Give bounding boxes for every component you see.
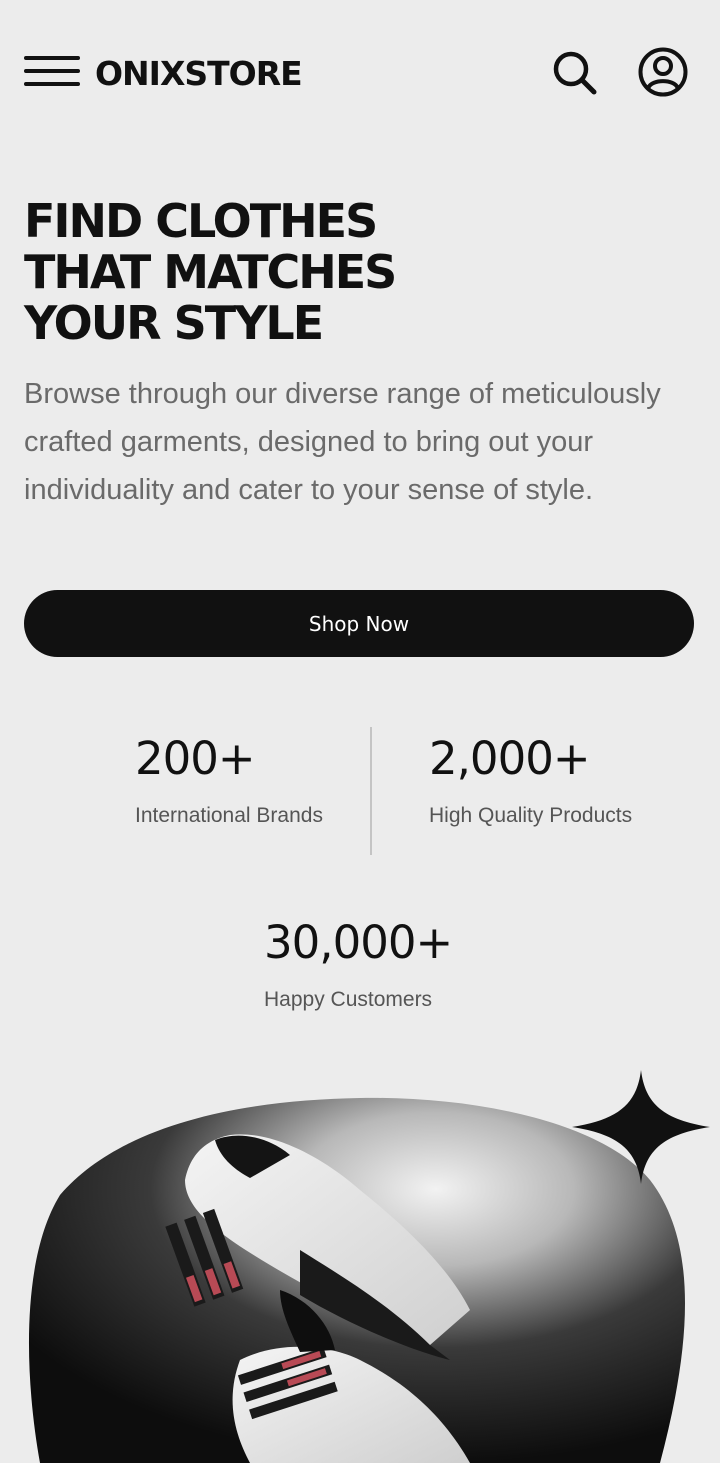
stat-value: 30,000+ bbox=[264, 916, 453, 969]
sparkle-star-icon bbox=[572, 1070, 710, 1184]
stat-value: 2,000+ bbox=[429, 732, 591, 785]
shop-now-button[interactable]: Shop Now bbox=[24, 590, 694, 657]
stat-value: 200+ bbox=[135, 732, 256, 785]
landing-page: ONIXSTORE FIND CLOTHES THAT MATCHES YOUR… bbox=[0, 0, 720, 1463]
hero-description: Browse through our diverse range of meti… bbox=[24, 378, 661, 506]
stat-label: International Brands bbox=[135, 804, 323, 827]
hero-heading-line: THAT MATCHES bbox=[24, 245, 397, 299]
stat-label: High Quality Products bbox=[429, 804, 633, 827]
hero-heading-line: YOUR STYLE bbox=[24, 296, 324, 350]
stat-divider bbox=[370, 727, 372, 855]
hero-heading-line: FIND CLOTHES bbox=[24, 194, 378, 248]
stat-happy-customers: 30,000+ Happy Customers bbox=[264, 916, 453, 1014]
top-navigation-bar: ONIXSTORE bbox=[0, 0, 720, 150]
user-account-icon[interactable] bbox=[637, 46, 689, 98]
hero-heading: FIND CLOTHES THAT MATCHES YOUR STYLE bbox=[24, 196, 704, 349]
search-icon[interactable] bbox=[552, 50, 598, 96]
stat-quality-products: 2,000+ High Quality Products bbox=[429, 732, 632, 830]
stat-international-brands: 200+ International Brands bbox=[135, 732, 323, 830]
hamburger-menu-icon[interactable] bbox=[24, 54, 80, 90]
store-logo[interactable]: ONIXSTORE bbox=[95, 54, 303, 94]
stat-label: Happy Customers bbox=[264, 988, 433, 1011]
